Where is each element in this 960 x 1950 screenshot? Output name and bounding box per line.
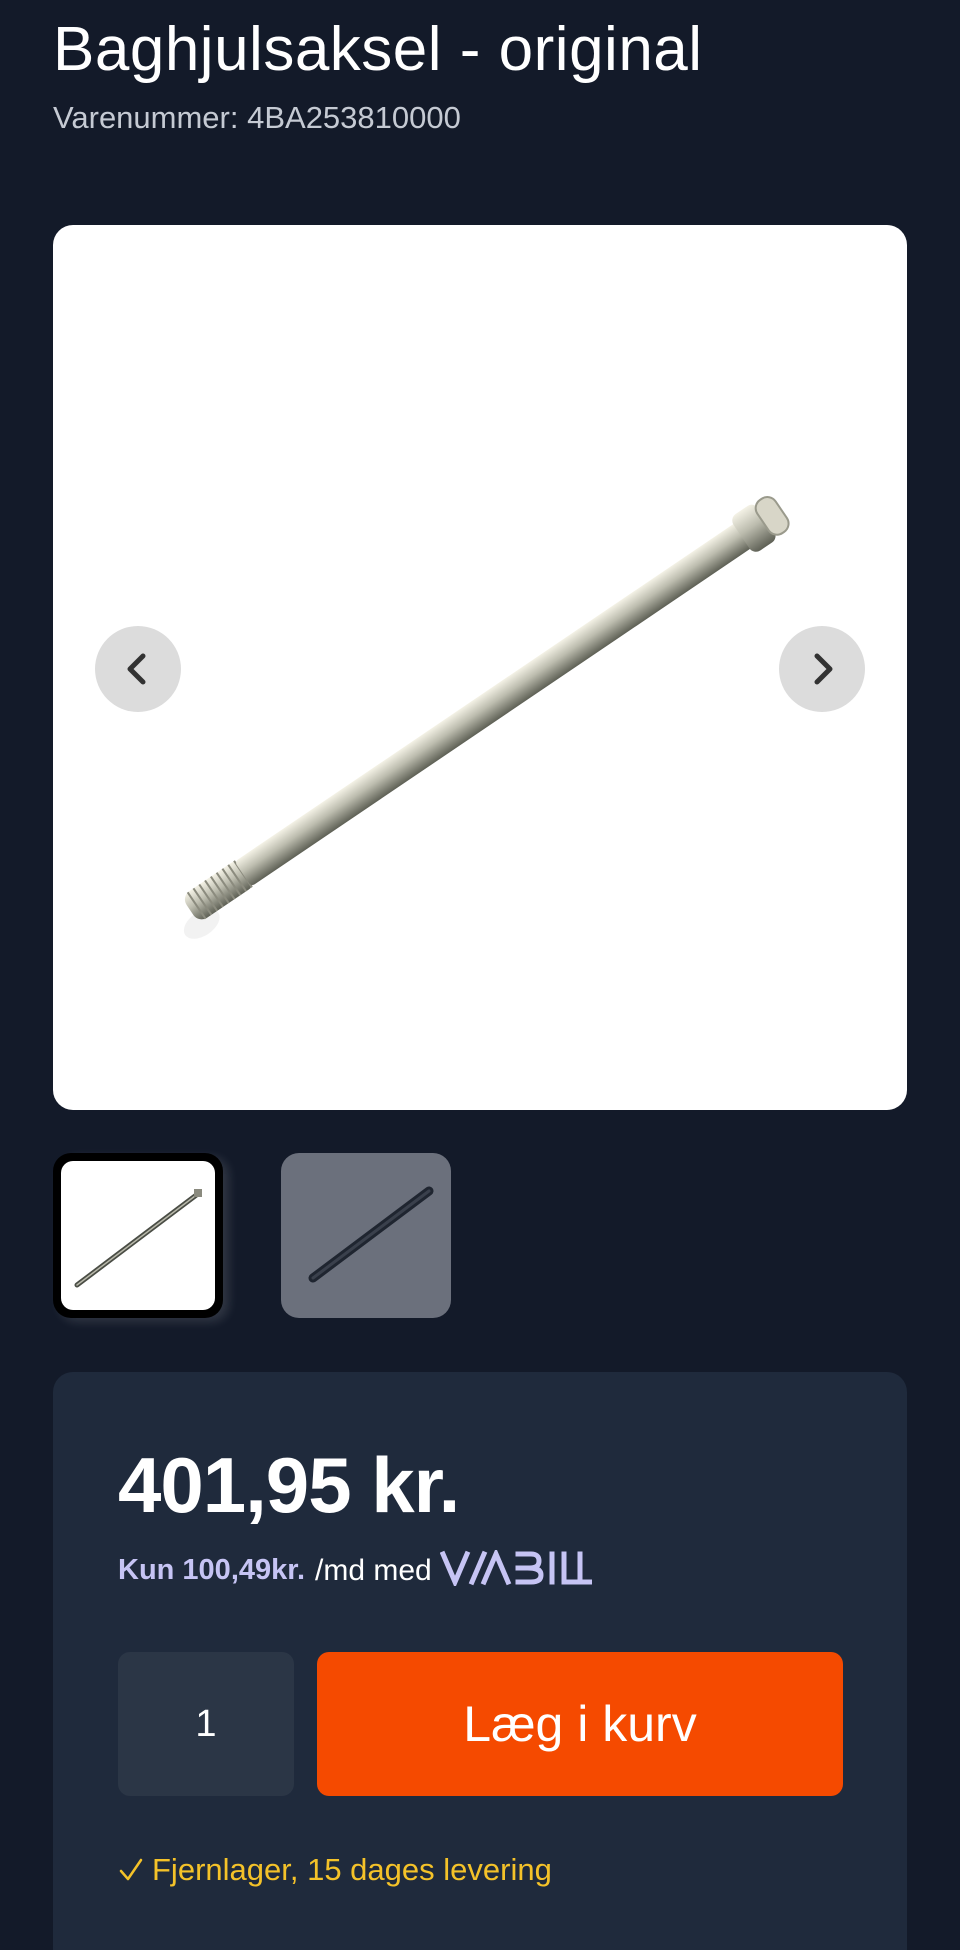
thumbnail-1[interactable] xyxy=(53,1153,223,1318)
add-to-cart-button[interactable]: Læg i kurv xyxy=(317,1652,843,1796)
product-sku: Varenummer: 4BA253810000 xyxy=(53,100,461,135)
thumbnail-1-image xyxy=(61,1161,215,1310)
quantity-input[interactable]: 1 xyxy=(118,1652,294,1796)
product-page: Baghjulsaksel - original Varenummer: 4BA… xyxy=(0,0,960,1950)
installment-info: Kun 100,49kr. /md med xyxy=(118,1547,593,1591)
checkmark-icon xyxy=(119,1858,143,1881)
viabill-logo xyxy=(439,1547,593,1591)
gallery-next-button[interactable] xyxy=(779,626,865,712)
stock-status: Fjernlager, 15 dages levering xyxy=(118,1852,552,1888)
product-gallery xyxy=(53,225,907,1110)
installment-amount: Kun 100,49kr. xyxy=(118,1554,305,1586)
gallery-prev-button[interactable] xyxy=(95,626,181,712)
thumbnail-2-image xyxy=(308,1186,434,1283)
chevron-right-icon xyxy=(814,653,833,685)
stock-status-text: Fjernlager, 15 dages levering xyxy=(152,1852,552,1887)
purchase-panel: 401,95 kr. Kun 100,49kr. /md med 1 Læg i… xyxy=(53,1372,907,1950)
installment-text: /md med xyxy=(315,1553,432,1587)
thumbnail-2[interactable] xyxy=(281,1153,451,1318)
chevron-left-icon xyxy=(127,653,146,685)
product-price: 401,95 kr. xyxy=(118,1441,460,1529)
product-title: Baghjulsaksel - original xyxy=(53,15,703,84)
